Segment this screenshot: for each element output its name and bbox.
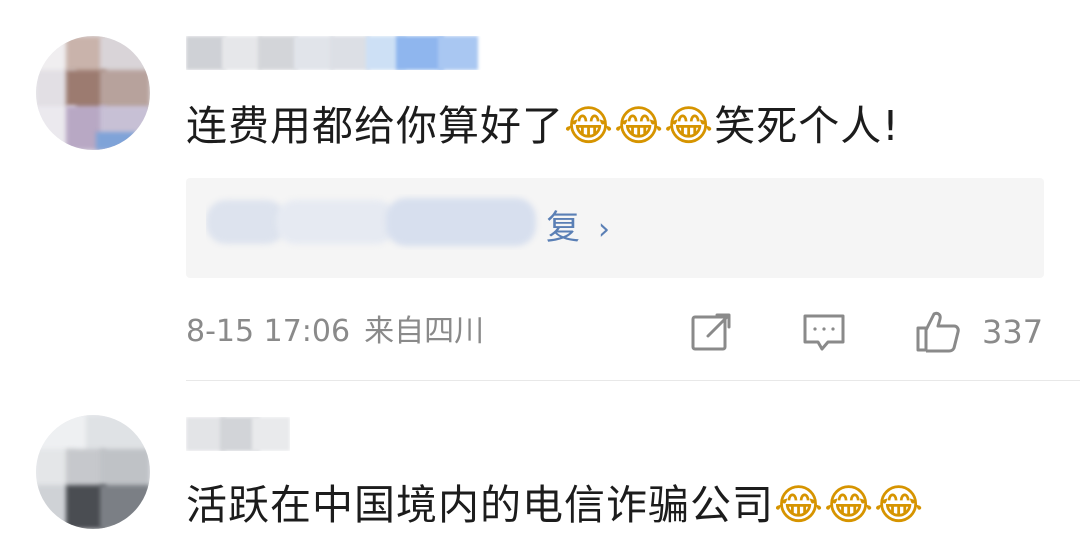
comment-meta: 8-15 17:06 来自四川 — [186, 312, 484, 352]
laughing-tears-emoji-icon: 😂 — [874, 480, 925, 529]
comment-item: 活跃在中国境内的电信诈骗公司😂😂😂 — [0, 381, 1080, 552]
comment-item: 连费用都给你算好了😂😂😂笑死个人! 复 › 8-15 17:06 来自四川 33… — [0, 0, 1080, 381]
laughing-tears-emoji-icon: 😂 — [564, 101, 615, 150]
chevron-right-icon: › — [598, 212, 610, 247]
reply-link-label: 复 — [546, 208, 580, 248]
comment-icon[interactable] — [800, 308, 848, 356]
reply-preview[interactable]: 复 › — [186, 178, 1044, 278]
like-count: 337 — [982, 313, 1044, 351]
username-blurred[interactable] — [186, 417, 290, 451]
avatar[interactable] — [36, 36, 150, 150]
comment-text: 连费用都给你算好了😂😂😂笑死个人! — [186, 100, 900, 152]
like-icon[interactable] — [914, 308, 962, 356]
comment-location: 来自四川 — [364, 314, 485, 349]
comment-text: 活跃在中国境内的电信诈骗公司😂😂😂 — [186, 479, 924, 531]
comment-time: 8-15 17:06 — [186, 314, 351, 349]
username-blurred[interactable] — [186, 36, 484, 70]
laughing-tears-emoji-icon: 😂 — [774, 480, 825, 529]
reply-link[interactable]: 复 › — [216, 206, 610, 252]
comment-body: 活跃在中国境内的电信诈骗公司 — [186, 481, 774, 529]
avatar[interactable] — [36, 415, 150, 529]
comment-body-suffix: 笑死个人! — [714, 102, 900, 150]
repost-icon[interactable] — [688, 308, 736, 356]
laughing-tears-emoji-icon: 😂 — [664, 101, 715, 150]
laughing-tears-emoji-icon: 😂 — [614, 101, 665, 150]
laughing-tears-emoji-icon: 😂 — [824, 480, 875, 529]
comment-body: 连费用都给你算好了 — [186, 102, 564, 150]
